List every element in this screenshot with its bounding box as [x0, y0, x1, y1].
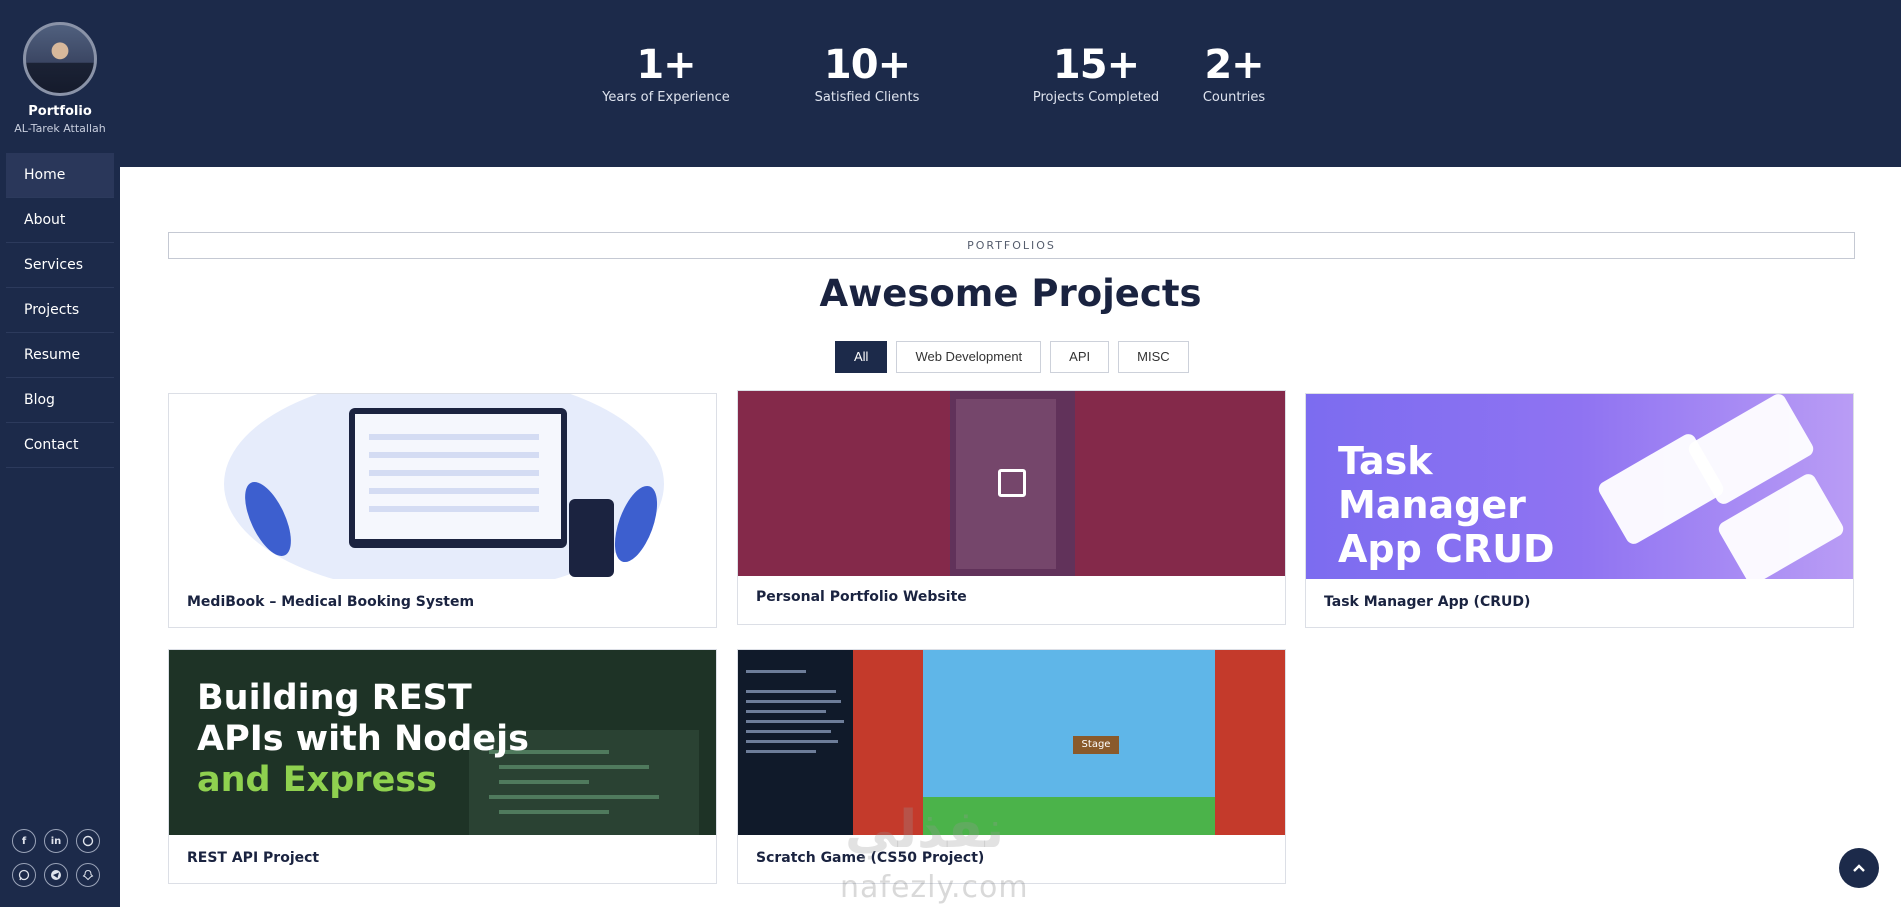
stat-countries: 2+ Countries [1144, 42, 1324, 105]
project-title: Task Manager App (CRUD) [1324, 594, 1531, 610]
project-card-portfolio[interactable]: Personal Portfolio Website [737, 390, 1286, 625]
snapchat-icon[interactable] [76, 863, 100, 887]
project-card-medibook[interactable]: MediBook – Medical Booking System [168, 393, 717, 628]
project-card-rest-api[interactable]: Building REST APIs with Nodejs and Expre… [168, 649, 717, 884]
sidebar-item-resume[interactable]: Resume [6, 333, 114, 378]
filter-api[interactable]: API [1050, 341, 1110, 373]
stat-clients: 10+ Satisfied Clients [777, 42, 957, 105]
stat-label: Satisfied Clients [814, 90, 920, 105]
filter-web-development[interactable]: Web Development [896, 341, 1042, 373]
watermark: nafezly.com [840, 870, 1029, 905]
stat-value: 1+ [636, 42, 696, 88]
chevron-up-icon [1853, 864, 1865, 872]
stat-label: Countries [1202, 90, 1266, 105]
project-thumbnail: Building REST APIs with Nodejs and Expre… [169, 650, 716, 835]
project-title: MediBook – Medical Booking System [187, 594, 475, 610]
stage-sign: Stage [1073, 736, 1119, 754]
project-thumbnail: Task Manager App CRUD [1306, 394, 1853, 579]
stat-experience: 1+ Years of Experience [576, 42, 756, 105]
project-thumbnail [738, 391, 1285, 576]
telegram-icon[interactable] [44, 863, 68, 887]
project-thumbnail [169, 394, 716, 579]
external-link-icon[interactable] [998, 469, 1026, 497]
project-card-task-manager[interactable]: Task Manager App CRUD Task Manager App (… [1305, 393, 1854, 628]
sidebar-item-about[interactable]: About [6, 198, 114, 243]
back-to-top-button[interactable] [1839, 848, 1879, 888]
stat-label: Years of Experience [602, 90, 730, 105]
sidebar-item-contact[interactable]: Contact [6, 423, 114, 468]
project-thumbnail: Stage [738, 650, 1285, 835]
project-card-scratch-game[interactable]: Stage Scratch Game (CS50 Project) [737, 649, 1286, 884]
linkedin-icon[interactable]: in [44, 829, 68, 853]
stats-header: 1+ Years of Experience 10+ Satisfied Cli… [120, 0, 1901, 167]
stat-value: 10+ [823, 42, 911, 88]
project-filters: All Web Development API MISC [835, 341, 1189, 373]
page-title: Awesome Projects [819, 272, 1202, 315]
sidebar-nav: Home About Services Projects Resume Blog… [0, 153, 120, 468]
thumbnail-text-line2: and Express [197, 760, 437, 800]
thumbnail-text-line1: Building REST APIs with Nodejs [197, 678, 529, 759]
thumbnail-text: Task Manager App CRUD [1338, 439, 1555, 571]
profile-name: Portfolio [28, 104, 92, 119]
profile-subtitle: AL-Tarek Attallah [14, 122, 106, 135]
whatsapp-icon[interactable] [12, 863, 36, 887]
sidebar: Portfolio AL-Tarek Attallah Home About S… [0, 0, 120, 907]
filter-all[interactable]: All [835, 341, 888, 373]
sidebar-item-home[interactable]: Home [6, 153, 114, 198]
watermark-logo: نفذلي [845, 800, 1005, 860]
thumbnail-text: Building REST APIs with Nodejs and Expre… [197, 678, 557, 801]
profile: Portfolio AL-Tarek Attallah [0, 0, 120, 135]
facebook-icon[interactable]: f [12, 829, 36, 853]
social-links: f in [12, 819, 112, 887]
sidebar-item-blog[interactable]: Blog [6, 378, 114, 423]
section-tag: PORTFOLIOS [168, 232, 1855, 259]
project-title: REST API Project [187, 850, 320, 866]
sidebar-item-projects[interactable]: Projects [6, 288, 114, 333]
avatar [23, 22, 97, 96]
project-title: Personal Portfolio Website [756, 589, 967, 605]
stat-value: 2+ [1204, 42, 1264, 88]
sidebar-item-services[interactable]: Services [6, 243, 114, 288]
filter-misc[interactable]: MISC [1118, 341, 1189, 373]
github-icon[interactable] [76, 829, 100, 853]
